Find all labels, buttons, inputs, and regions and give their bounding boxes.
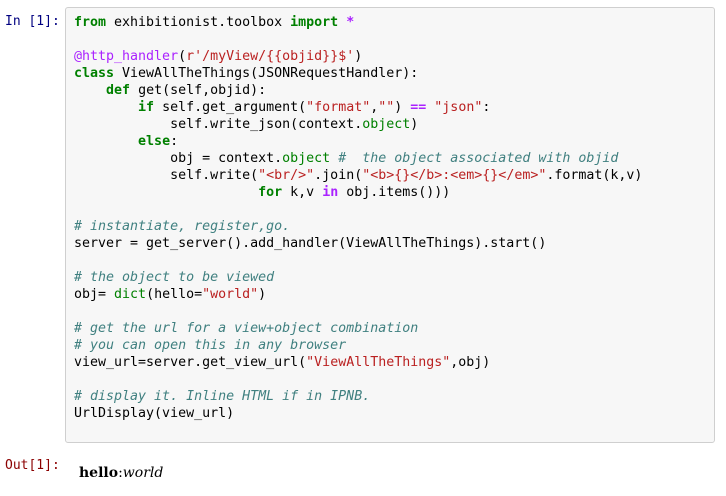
code-token: if (138, 100, 155, 115)
code-line: # instantiate, register,go. (74, 218, 642, 235)
code-token: for (258, 185, 283, 200)
code-token: self.write( (74, 168, 259, 183)
code-token: r'/myView/{{objid}}$' (186, 49, 355, 64)
code-line: @http_handler(r'/myView/{{objid}}$') (74, 48, 642, 65)
cell-output: hello:world (79, 464, 163, 482)
code-token: dict (114, 287, 147, 302)
code-token: ) (410, 117, 419, 132)
code-editor[interactable]: from exhibitionist.toolbox import * @http… (74, 14, 642, 422)
output-key: hello (79, 465, 119, 481)
code-token: "" (378, 100, 395, 115)
input-prompt: In [1]: (5, 14, 60, 29)
code-line: obj= dict(hello="world") (74, 286, 642, 303)
code-token: # instantiate, register,go. (74, 219, 291, 234)
code-token: import (290, 15, 339, 30)
code-line: from exhibitionist.toolbox import * (74, 14, 642, 31)
code-token: "<b>{}</b>:<em>{}</em>" (362, 168, 547, 183)
code-line: for k,v in obj.items())) (74, 184, 642, 201)
code-line: # get the url for a view+object combinat… (74, 320, 642, 337)
code-token: @http_handler (74, 49, 179, 64)
code-token: .format(k,v) (546, 168, 643, 183)
code-token: # you can open this in any browser (74, 338, 347, 353)
code-line: self.write("<br/>".join("<b>{}</b>:<em>{… (74, 167, 642, 184)
code-line: class ViewAllTheThings(JSONRequestHandle… (74, 65, 642, 82)
output-value: world (122, 465, 164, 481)
output-prompt: Out[1]: (5, 458, 60, 473)
code-token: .join( (314, 168, 363, 183)
code-token: object (362, 117, 411, 132)
code-token: : (170, 134, 179, 149)
code-token: (hello= (146, 287, 203, 302)
code-line: # display it. Inline HTML if in IPNB. (74, 388, 642, 405)
code-line: server = get_server().add_handler(ViewAl… (74, 235, 642, 252)
code-token: ) (258, 287, 267, 302)
code-token: # the object to be viewed (74, 270, 275, 285)
code-token: get(self,objid): (130, 83, 267, 98)
code-token: obj= (74, 287, 115, 302)
code-token: self.write_json(context. (74, 117, 363, 132)
code-token: ( (178, 49, 187, 64)
code-token: # the object associated with objid (338, 151, 619, 166)
code-token: == (410, 100, 427, 115)
code-line: if self.get_argument("format","") == "js… (74, 99, 642, 116)
code-token: "json" (434, 100, 483, 115)
code-line: UrlDisplay(view_url) (74, 405, 642, 422)
code-token: k,v (282, 185, 323, 200)
code-token: obj = context. (74, 151, 283, 166)
code-line: else: (74, 133, 642, 150)
code-token: from (74, 15, 107, 30)
code-token: "<br/>" (258, 168, 315, 183)
code-token: class (74, 66, 115, 81)
code-line: def get(self,objid): (74, 82, 642, 99)
code-cell-input[interactable]: from exhibitionist.toolbox import * @http… (65, 7, 715, 443)
code-token: "format" (306, 100, 371, 115)
code-token: ) (354, 49, 363, 64)
code-token: # display it. Inline HTML if in IPNB. (74, 389, 371, 404)
code-token: ,obj) (450, 355, 491, 370)
code-line: self.write_json(context.object) (74, 116, 642, 133)
code-token: "world" (202, 287, 259, 302)
code-token: UrlDisplay(view_url) (74, 406, 235, 421)
code-token: * (346, 15, 355, 30)
code-token: obj.items())) (338, 185, 451, 200)
code-token: in (322, 185, 339, 200)
code-line: view_url=server.get_view_url("ViewAllThe… (74, 354, 642, 371)
code-line: obj = context.object # the object associ… (74, 150, 642, 167)
code-line: # the object to be viewed (74, 269, 642, 286)
code-token: object (282, 151, 331, 166)
code-token: self.get_argument( (154, 100, 307, 115)
code-token: "ViewAllTheThings" (306, 355, 451, 370)
code-token: view_url=server.get_view_url( (74, 355, 307, 370)
code-token: # get the url for a view+object combinat… (74, 321, 419, 336)
code-line: # you can open this in any browser (74, 337, 642, 354)
code-token: server = get_server().add_handler(ViewAl… (74, 236, 547, 251)
code-token: exhibitionist.toolbox (106, 15, 291, 30)
code-token: def (106, 83, 131, 98)
code-token: ViewAllTheThings(JSONRequestHandler): (114, 66, 419, 81)
code-token: ) (394, 100, 411, 115)
code-token: : (482, 100, 491, 115)
code-token: else (138, 134, 171, 149)
